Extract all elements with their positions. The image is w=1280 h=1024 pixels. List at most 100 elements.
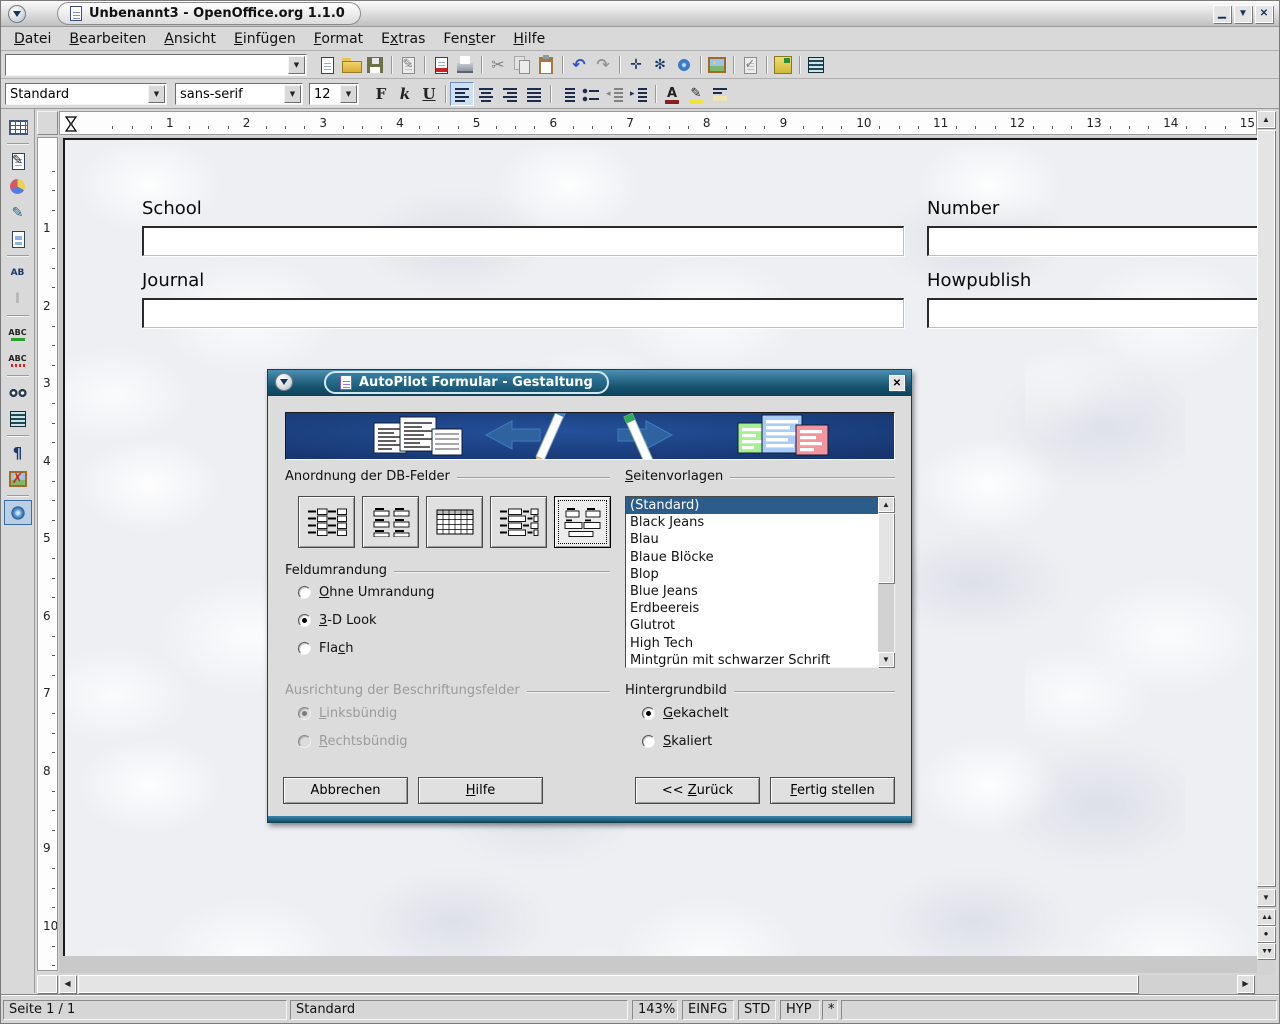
help-button[interactable]: Hilfe: [418, 777, 543, 804]
scroll-up-icon[interactable]: ▲: [1257, 111, 1275, 128]
font-name-input[interactable]: [177, 85, 283, 103]
graphics-on-off-button[interactable]: ✗: [4, 466, 32, 491]
export-pdf-button[interactable]: [429, 53, 453, 77]
dropdown-arrow-icon[interactable]: ▼: [340, 85, 357, 103]
page-style-item[interactable]: Blue Jeans: [626, 583, 878, 600]
font-size-combobox[interactable]: ▼: [309, 83, 359, 105]
page-style-item[interactable]: Blop: [626, 566, 878, 583]
scroll-up-icon[interactable]: ▲: [878, 497, 894, 512]
next-page-icon[interactable]: ▼▼: [1257, 943, 1275, 959]
scroll-down-icon[interactable]: ▼: [1257, 889, 1275, 906]
shade-button[interactable]: ▼: [1234, 5, 1252, 23]
highlighting-button[interactable]: ✎: [684, 82, 708, 106]
menu-extras[interactable]: Extras: [372, 29, 434, 49]
insert-table-button[interactable]: [4, 114, 32, 139]
scroll-left-icon[interactable]: ◀: [59, 975, 76, 993]
autotext-button[interactable]: AB: [4, 260, 32, 285]
paragraph-style-combobox[interactable]: ▼: [5, 83, 167, 105]
navigation-dot-icon[interactable]: ●: [1257, 926, 1275, 942]
menu-ansicht[interactable]: Ansicht: [155, 29, 225, 49]
page-style-item[interactable]: High Tech: [626, 635, 878, 652]
menu-bearbeiten[interactable]: Bearbeiten: [60, 29, 155, 49]
redo-button[interactable]: ↷: [591, 53, 615, 77]
bold-button[interactable]: F: [369, 82, 393, 106]
paragraph-style-input[interactable]: [7, 85, 147, 103]
stylist-button[interactable]: ✻: [648, 53, 672, 77]
form-text-field-howpublish[interactable]: [927, 298, 1257, 328]
vertical-scroll-thumb[interactable]: [1257, 130, 1275, 886]
form-text-field-school[interactable]: [142, 226, 904, 256]
navigation-button[interactable]: [771, 53, 795, 77]
dialog-menu-button[interactable]: [275, 373, 293, 391]
window-title-bar[interactable]: Unbenannt3 - OpenOffice.org 1.1.0 ▁ ▼ ✕: [1, 1, 1279, 27]
dropdown-arrow-icon[interactable]: ▼: [288, 56, 305, 74]
url-combobox[interactable]: ▼: [5, 54, 307, 76]
cancel-button[interactable]: Abbrechen: [283, 777, 408, 804]
page-style-item[interactable]: Blaue Blöcke: [626, 549, 878, 566]
arrangement-as-data-sheet-button[interactable]: [426, 496, 483, 548]
italic-button[interactable]: k: [393, 82, 417, 106]
check-document-button[interactable]: ✓: [738, 53, 762, 77]
data-sources-button[interactable]: [4, 406, 32, 431]
paragraph-background-button[interactable]: [708, 82, 732, 106]
align-left-button[interactable]: [450, 82, 474, 106]
data-sources-button[interactable]: [804, 53, 828, 77]
arrangement-rows-labels-left-button[interactable]: [490, 496, 547, 548]
field-border-option-2[interactable]: Flach: [298, 640, 353, 656]
status-zoom[interactable]: 143%: [632, 1000, 678, 1020]
arrangement-labels-above-button[interactable]: [362, 496, 419, 548]
paste-button[interactable]: [534, 53, 558, 77]
field-border-option-0[interactable]: Ohne Umrandung: [298, 584, 435, 600]
cut-button[interactable]: ✂: [486, 53, 510, 77]
status-selection-mode[interactable]: STD: [738, 1000, 776, 1020]
draw-functions-button[interactable]: ✎: [4, 200, 32, 225]
background-image-option-1[interactable]: Skaliert: [642, 733, 712, 749]
page-style-item[interactable]: Blau: [626, 531, 878, 548]
listbox-scrollbar[interactable]: ▲ ▼: [878, 497, 894, 667]
hyperlink-dialog-button[interactable]: [672, 53, 696, 77]
underline-button[interactable]: U: [417, 82, 441, 106]
edit-file-button[interactable]: ✎: [396, 53, 420, 77]
increase-indent-button[interactable]: ▸: [627, 82, 651, 106]
menu-datei[interactable]: Datei: [5, 29, 60, 49]
previous-page-icon[interactable]: ▲▲: [1257, 909, 1275, 925]
undo-button[interactable]: ↶: [567, 53, 591, 77]
window-menu-button[interactable]: [8, 5, 26, 23]
copy-button[interactable]: [510, 53, 534, 77]
page-styles-listbox[interactable]: (Standard)Black JeansBlauBlaue BlöckeBlo…: [625, 496, 895, 668]
direct-cursor-button[interactable]: I: [4, 286, 32, 311]
page-style-item[interactable]: Mintgrün mit schwarzer Schrift: [626, 652, 878, 667]
navigator-button[interactable]: ✛: [624, 53, 648, 77]
background-image-option-0[interactable]: Gekachelt: [642, 705, 728, 721]
form-text-field-journal[interactable]: [142, 298, 904, 328]
print-file-button[interactable]: [453, 53, 477, 77]
align-justify-button[interactable]: [522, 82, 546, 106]
font-name-combobox[interactable]: ▼: [175, 83, 303, 105]
horizontal-scrollbar[interactable]: ◀ ▶: [37, 975, 1257, 993]
insert-object-button[interactable]: [4, 174, 32, 199]
finish-button[interactable]: Fertig stellen: [770, 777, 895, 804]
close-button[interactable]: ✕: [1255, 5, 1273, 23]
nonprinting-characters-button[interactable]: ¶: [4, 440, 32, 465]
dialog-close-icon[interactable]: ✕: [889, 375, 905, 391]
dropdown-arrow-icon[interactable]: ▼: [148, 85, 165, 103]
dialog-title-tab[interactable]: AutoPilot Formular - Gestaltung: [324, 371, 609, 394]
online-layout-button[interactable]: [4, 500, 32, 525]
numbered-list-button[interactable]: [555, 82, 579, 106]
form-text-field-number[interactable]: [927, 226, 1257, 256]
page-style-item[interactable]: (Standard): [626, 497, 878, 514]
label-alignment-option-0[interactable]: Linksbündig: [298, 705, 397, 721]
scroll-down-icon[interactable]: ▼: [878, 652, 894, 667]
new-document-button[interactable]: [315, 53, 339, 77]
menu-fenster[interactable]: Fenster: [434, 29, 504, 49]
horizontal-ruler[interactable]: 123456789101112131415: [59, 111, 1257, 135]
field-border-option-1[interactable]: 3-D Look: [298, 612, 377, 628]
gallery-button[interactable]: [705, 53, 729, 77]
find-replace-button[interactable]: [4, 380, 32, 405]
menu-format[interactable]: Format: [305, 29, 372, 49]
label-alignment-option-1[interactable]: Rechtsbündig: [298, 733, 408, 749]
vertical-scrollbar[interactable]: ▲ ▼ ▲▲ ● ▼▼: [1257, 111, 1275, 975]
save-document-button[interactable]: [363, 53, 387, 77]
url-input[interactable]: [7, 56, 287, 74]
minimize-button[interactable]: ▁: [1213, 5, 1231, 23]
